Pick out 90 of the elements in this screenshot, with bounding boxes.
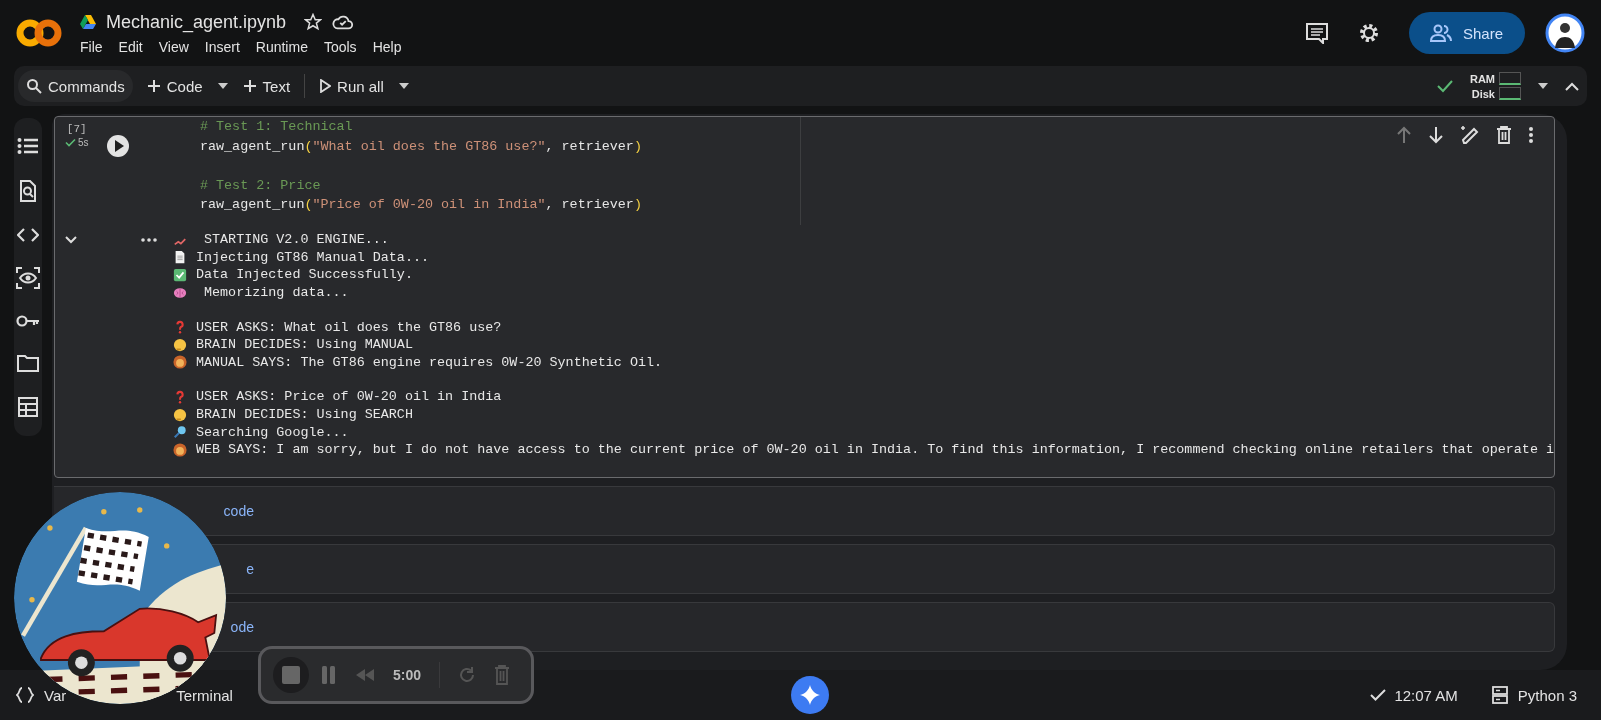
people-icon <box>1428 24 1453 42</box>
collapsed-cell[interactable] <box>253 486 1555 536</box>
output-line: WEB SAYS: I am sorry, but I do not have access to the current price of 0W-20 oil in India. To find this information, I recommend checking online retailers that operate i <box>195 442 1554 458</box>
stop-icon <box>282 666 300 684</box>
notebook-title[interactable]: Mechanic_agent.ipynb <box>106 11 287 33</box>
output-line: Injecting GT86 Manual Data... <box>195 249 429 265</box>
search-icon <box>26 78 42 94</box>
execution-time: 5s <box>77 137 89 148</box>
collapse-icon[interactable] <box>1565 81 1579 91</box>
runtime-button[interactable]: Python 3 <box>1491 686 1577 704</box>
menu-item[interactable]: Help <box>372 38 402 55</box>
commands-button[interactable]: Commands <box>18 70 133 102</box>
folder-icon[interactable] <box>16 353 39 372</box>
move-down-icon[interactable] <box>1428 126 1444 144</box>
lion-face-icon <box>172 442 187 457</box>
menu-item[interactable]: Tools <box>323 38 357 55</box>
run-cell-button[interactable] <box>106 135 129 157</box>
sparkle-icon <box>799 685 820 705</box>
collapsed-cell[interactable] <box>253 544 1555 594</box>
code-line: raw_agent_run("What oil does the GT86 use?", retriever) <box>199 137 643 156</box>
code-line: # Test 2: Price <box>199 176 322 195</box>
magic-pen-icon[interactable] <box>1460 125 1480 145</box>
brain-icon <box>172 285 187 300</box>
cloud-icon[interactable] <box>332 13 355 31</box>
menu-item[interactable]: View <box>158 38 189 55</box>
checkbox-icon <box>172 268 187 282</box>
server-icon <box>1491 686 1508 704</box>
cell-label[interactable]: ode <box>230 619 254 635</box>
menu-item[interactable]: Edit <box>118 38 143 55</box>
avatar-icon[interactable] <box>1545 13 1585 53</box>
play-icon <box>319 79 332 93</box>
menu-item[interactable]: Insert <box>204 38 240 55</box>
add-text-button[interactable]: Text <box>236 70 297 102</box>
output-line: USER ASKS: Price of 0W-20 oil in India <box>195 389 502 405</box>
caret-icon[interactable] <box>1537 82 1549 90</box>
menu-item[interactable]: File <box>80 38 103 55</box>
menu-item[interactable]: Runtime <box>255 38 308 55</box>
output-line: Data Injected Successfully. <box>195 267 413 283</box>
output-line: STARTING V2.0 ENGINE... <box>203 232 389 248</box>
collapse-output-icon[interactable] <box>64 236 77 244</box>
status-time[interactable]: 12:07 AM <box>1394 686 1458 704</box>
ram-gauge <box>1499 72 1521 85</box>
variables-button[interactable]: Var <box>16 686 67 704</box>
pause-icon[interactable] <box>321 666 337 684</box>
comment-icon[interactable] <box>1304 22 1329 44</box>
braces-icon <box>16 687 34 703</box>
plus-icon <box>242 79 257 93</box>
star-icon[interactable] <box>304 13 323 31</box>
code-line: raw_agent_run("Price of 0W-20 oil in India", retriever) <box>199 196 643 214</box>
share-button[interactable]: Share <box>1408 12 1525 54</box>
magnifier-icon <box>172 425 187 440</box>
stop-button[interactable] <box>273 657 309 693</box>
cell-label[interactable]: e <box>246 561 254 577</box>
run-all-button[interactable]: Run all <box>313 70 390 102</box>
recording-time: 5:00 <box>393 667 422 683</box>
plus-icon <box>146 79 161 93</box>
code-line: # Test 1: Technical <box>199 118 354 136</box>
output-line: MANUAL SAYS: The GT86 engine requires 0W-20 Synthetic Oil. <box>195 354 663 370</box>
thinking-face-icon <box>172 407 187 422</box>
output-line: USER ASKS: What oil does the GT86 use? <box>195 319 502 335</box>
collapsed-cell[interactable] <box>253 602 1555 652</box>
terminal-button[interactable]: Terminal <box>176 686 233 704</box>
caret-icon[interactable] <box>216 82 229 90</box>
output-line: BRAIN DECIDES: Using MANUAL <box>195 337 413 353</box>
more-icon[interactable] <box>1528 126 1534 144</box>
ram-label: RAM <box>1469 72 1495 85</box>
output-line: Memorizing data... <box>203 285 349 301</box>
play-icon <box>114 140 124 152</box>
caret-icon[interactable] <box>397 82 410 90</box>
disk-label: Disk <box>1471 87 1495 100</box>
add-code-button[interactable]: Code <box>140 70 209 102</box>
output-line: BRAIN DECIDES: Using SEARCH <box>195 407 413 423</box>
code-icon[interactable] <box>16 227 39 242</box>
find-icon[interactable] <box>18 180 37 203</box>
more-icon[interactable] <box>140 238 157 242</box>
move-up-icon[interactable] <box>1396 126 1412 144</box>
lion-face-icon <box>172 355 187 370</box>
output-line: Searching Google... <box>195 424 349 440</box>
gemini-button[interactable] <box>790 676 829 714</box>
logo-icon[interactable] <box>16 18 62 48</box>
thinking-face-icon <box>172 337 187 352</box>
drive-icon <box>80 15 96 29</box>
table-of-contents-icon[interactable] <box>16 136 39 155</box>
execution-count: [7] <box>66 123 87 135</box>
disk-gauge <box>1499 87 1521 100</box>
key-icon[interactable] <box>15 314 40 329</box>
eye-icon[interactable] <box>15 266 40 289</box>
cell-label[interactable]: code <box>223 503 254 519</box>
table-icon[interactable] <box>17 397 38 418</box>
restart-icon[interactable] <box>458 666 477 684</box>
